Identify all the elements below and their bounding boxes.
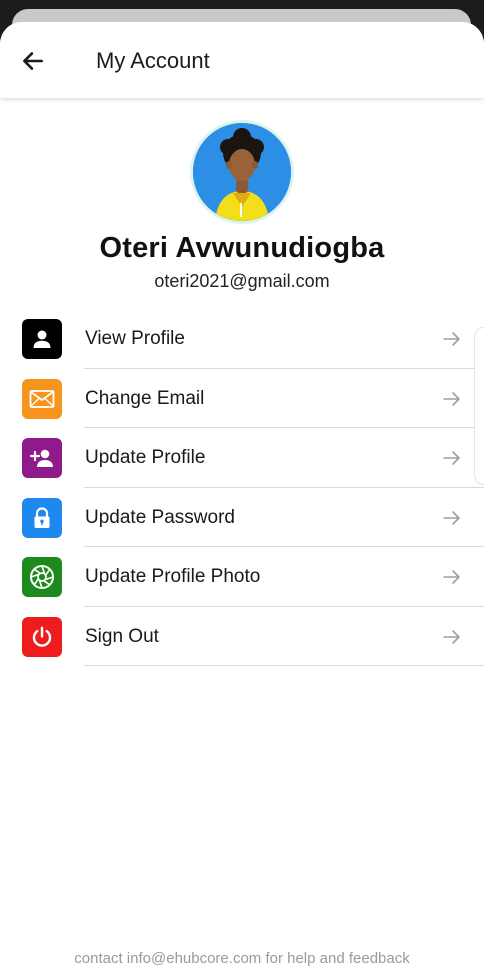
menu-icon-box — [22, 378, 62, 419]
menu-item-view-profile[interactable]: View Profile — [0, 309, 484, 369]
footer-contact: contact info@ehubcore.com for help and f… — [74, 950, 410, 967]
screen: My Account Oteri Avwunudiogba oteri2021@… — [0, 0, 484, 980]
arrow-right-icon — [443, 510, 460, 525]
divider — [84, 665, 484, 666]
menu-item-update-password[interactable]: Update Password — [0, 488, 484, 547]
menu-icon-box — [22, 497, 62, 538]
menu-item-change-email[interactable]: Change Email — [0, 369, 484, 428]
menu-icon-box — [22, 616, 62, 657]
app-bar: My Account — [0, 22, 484, 98]
menu-icon-box — [22, 438, 62, 478]
arrow-right-icon — [443, 629, 460, 644]
menu-icon-box — [22, 319, 62, 359]
power-icon — [32, 626, 52, 647]
user-name: Oteri Avwunudiogba — [99, 232, 385, 264]
add-person-icon — [29, 449, 53, 467]
mail-icon — [29, 389, 55, 408]
arrow-right-icon — [443, 570, 460, 584]
menu-label: Update Profile Photo — [85, 566, 261, 587]
lock-icon — [34, 506, 50, 528]
avatar — [193, 123, 291, 221]
person-icon — [33, 330, 51, 348]
user-avatar-illustration — [193, 123, 291, 221]
arrow-left-icon — [23, 52, 43, 70]
menu-icon-box — [22, 557, 62, 597]
menu-label: Sign Out — [85, 625, 159, 647]
menu-item-update-profile[interactable]: Update Profile — [0, 428, 484, 488]
account-sheet: My Account Oteri Avwunudiogba oteri2021@… — [0, 22, 484, 980]
back-button[interactable] — [14, 42, 52, 80]
menu-label: Update Profile — [85, 447, 206, 468]
profile-header: Oteri Avwunudiogba oteri2021@gmail.com — [0, 120, 484, 292]
user-email: oteri2021@gmail.com — [154, 271, 330, 291]
menu-item-sign-out[interactable]: Sign Out — [0, 607, 484, 666]
arrow-right-icon — [443, 332, 460, 346]
menu-label: Change Email — [85, 387, 205, 409]
menu-label: View Profile — [85, 328, 185, 349]
menu-label: Update Password — [85, 506, 235, 528]
arrow-right-icon — [443, 391, 460, 406]
account-menu: View Profile Change Email Update Profile… — [0, 309, 484, 666]
arrow-right-icon — [443, 451, 460, 465]
camera-shutter-icon — [30, 565, 54, 589]
edge-card — [474, 327, 484, 485]
page-title: My Account — [96, 48, 210, 73]
menu-item-update-profile-photo[interactable]: Update Profile Photo — [0, 547, 484, 607]
avatar-ring — [190, 120, 294, 224]
